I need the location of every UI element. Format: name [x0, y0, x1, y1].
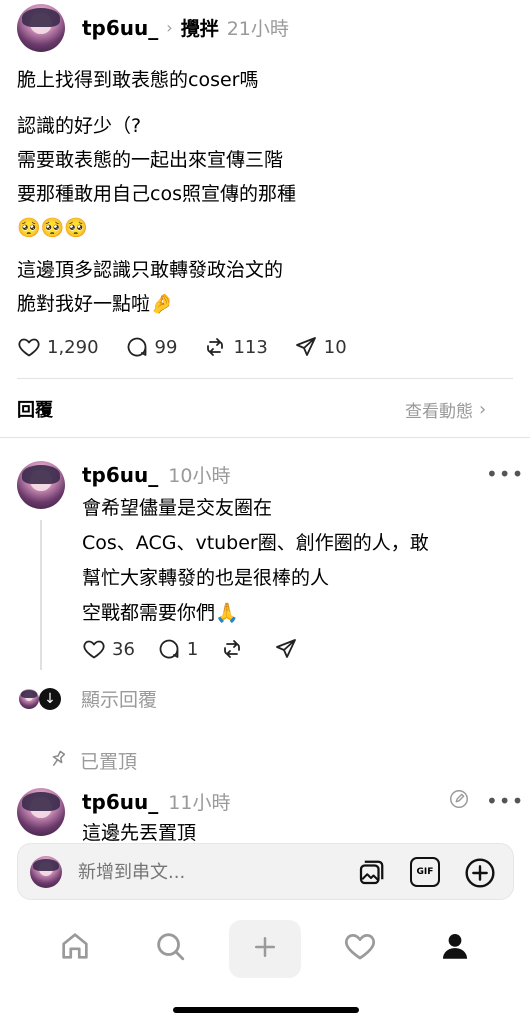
reply-section-title: 回覆: [17, 400, 53, 421]
divider: [0, 437, 530, 438]
pinned-label: 已置頂: [80, 751, 138, 773]
gif-icon[interactable]: GIF: [410, 857, 440, 887]
reply-like-count: 36: [112, 638, 135, 660]
pin-icon: [48, 749, 68, 773]
chevron-right-icon: ›: [479, 399, 487, 420]
reply-like-button[interactable]: 36: [82, 637, 135, 661]
post-line: 需要敢表態的一起出來宣傳三階: [17, 149, 284, 171]
composer-input[interactable]: [78, 858, 338, 886]
nav-home[interactable]: [53, 926, 97, 970]
search-icon: [153, 929, 187, 967]
repost-count: 113: [233, 336, 268, 358]
reply-comment-count: 1: [186, 638, 199, 660]
view-activity-label: 查看動態: [405, 402, 473, 422]
nav-search[interactable]: [148, 926, 192, 970]
reply-share-button[interactable]: [274, 637, 298, 661]
edit-icon[interactable]: [448, 788, 470, 814]
repost-icon: [203, 335, 227, 359]
avatar[interactable]: [17, 4, 65, 52]
plus-icon: [250, 932, 280, 966]
pinned-username[interactable]: tp6uu_: [82, 790, 158, 814]
add-circle-icon[interactable]: [464, 857, 496, 893]
comment-icon: [157, 637, 181, 661]
nav-create[interactable]: [229, 920, 301, 978]
more-options-icon[interactable]: •••: [486, 462, 524, 486]
repost-button[interactable]: 113: [203, 335, 268, 359]
heart-icon: [17, 335, 41, 359]
reply-line: 幫忙大家轉發的也是很棒的人: [82, 567, 330, 589]
post-username[interactable]: tp6uu_: [82, 16, 158, 40]
view-activity-link[interactable]: 查看動態 ›: [405, 397, 486, 422]
send-icon: [294, 335, 318, 359]
home-icon: [58, 929, 92, 967]
post-line: 脆上找得到敢表態的coser嗎: [17, 69, 259, 91]
reply-username[interactable]: tp6uu_: [82, 463, 158, 487]
arrow-down-icon: ↓: [39, 687, 61, 710]
reply-line: 空戰都需要你們🙏: [82, 602, 239, 624]
comment-button[interactable]: 99: [125, 335, 178, 359]
avatar[interactable]: [17, 788, 65, 836]
reply-time: 10小時: [168, 465, 231, 487]
repost-icon: [220, 637, 244, 661]
avatar: [19, 688, 39, 709]
nav-profile[interactable]: [433, 926, 477, 970]
comment-icon: [125, 335, 149, 359]
reply-line: 會希望儘量是交友圈在: [82, 497, 273, 519]
home-indicator: [173, 1007, 359, 1013]
thread-line: [40, 520, 42, 670]
post-time: 21小時: [226, 18, 289, 40]
reply-line: Cos、ACG、vtuber圈、創作圈的人，敢: [82, 532, 429, 554]
nav-activity[interactable]: [338, 926, 382, 970]
post-line: 🥺🥺🥺: [17, 217, 88, 239]
avatar[interactable]: [17, 461, 65, 509]
image-icon[interactable]: [356, 858, 386, 892]
pinned-time: 11小時: [168, 792, 231, 814]
comment-count: 99: [154, 336, 178, 358]
avatar: [30, 856, 62, 888]
post-line: 要那種敢用自己cos照宣傳的那種: [17, 183, 296, 205]
show-replies-label: 顯示回覆: [81, 689, 158, 711]
reply-repost-button[interactable]: [220, 637, 244, 661]
show-replies-button[interactable]: ↓ 顯示回覆: [17, 685, 157, 712]
post-body: 脆上找得到敢表態的coser嗎 認識的好少（? 需要敢表態的一起出來宣傳三階 要…: [17, 63, 517, 321]
heart-icon: [343, 929, 377, 967]
post-line: 脆對我好一點啦🤌: [17, 293, 174, 315]
profile-icon: [438, 929, 472, 967]
composer-bar[interactable]: GIF: [17, 843, 514, 900]
mini-avatars: ↓: [17, 687, 63, 711]
divider: [17, 378, 513, 379]
like-count: 1,290: [47, 336, 99, 358]
reply-comment-button[interactable]: 1: [157, 637, 198, 661]
reply-body: 會希望儘量是交友圈在 Cos、ACG、vtuber圈、創作圈的人，敢 幫忙大家轉…: [82, 491, 522, 631]
heart-icon: [82, 637, 106, 661]
post-tag[interactable]: 攪拌: [181, 14, 219, 41]
post-line: 這邊頂多認識只敢轉發政治文的: [17, 259, 284, 281]
more-options-icon[interactable]: •••: [486, 789, 524, 813]
chevron-right-icon: ›: [166, 18, 173, 37]
post-line: 認識的好少（?: [17, 115, 142, 137]
share-count: 10: [323, 336, 347, 358]
like-button[interactable]: 1,290: [17, 335, 99, 359]
send-icon: [274, 637, 298, 661]
share-button[interactable]: 10: [294, 335, 347, 359]
